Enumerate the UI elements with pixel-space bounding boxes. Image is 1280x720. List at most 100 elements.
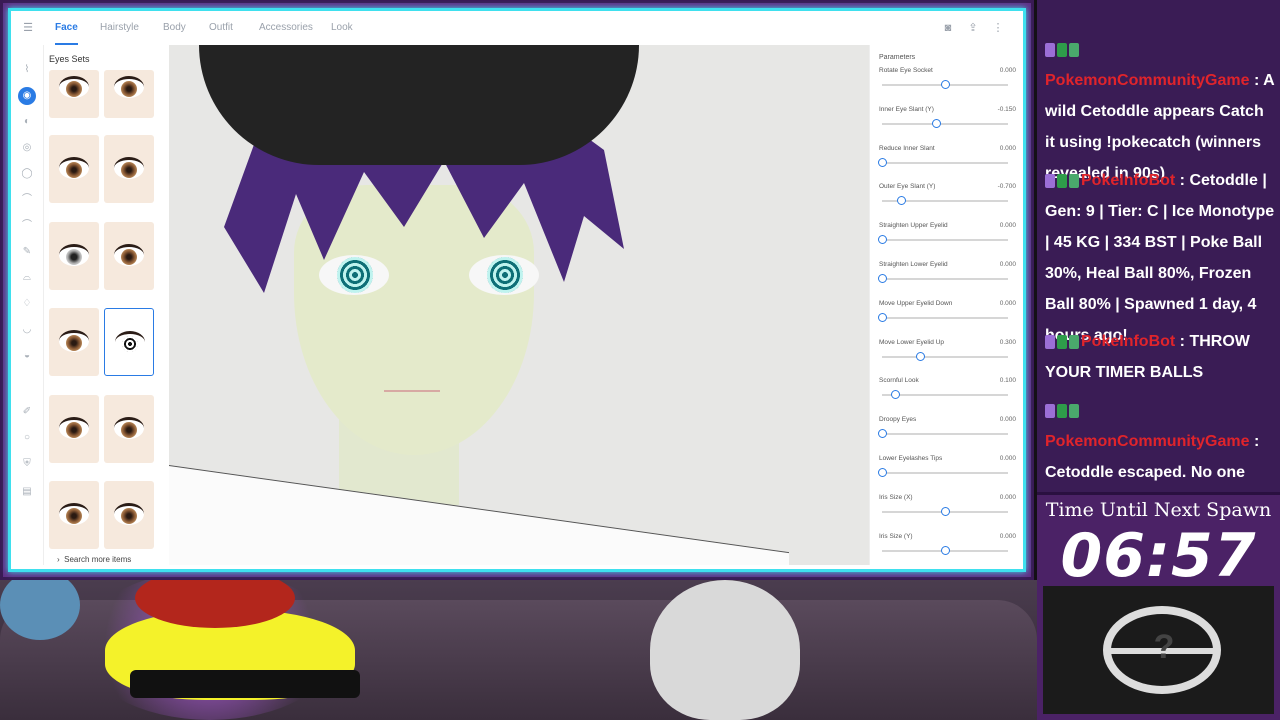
brush-icon[interactable]: ✎ [20, 245, 34, 259]
pokeball-panel: ? [1037, 586, 1280, 720]
search-more-link[interactable]: › Search more items [57, 555, 131, 564]
eyelid-icon[interactable]: ◯ [20, 167, 34, 181]
eye-set-item[interactable] [49, 395, 99, 463]
character-viewport[interactable] [169, 45, 869, 565]
param-value: 0.000 [999, 222, 1016, 230]
param-value: 0.000 [999, 144, 1016, 152]
white-hair-avatar [650, 580, 800, 720]
pokeball-icon: ? [1103, 606, 1221, 694]
chat-username[interactable]: PokemonCommunityGame [1045, 433, 1249, 450]
eye-set-item[interactable] [49, 222, 99, 290]
chat-username[interactable]: PokeInfoBot [1081, 172, 1175, 189]
eye-set-item[interactable] [49, 308, 99, 376]
nose-icon[interactable]: ♢ [20, 297, 34, 311]
param-slider-knob[interactable] [932, 118, 942, 128]
param-value: 0.000 [999, 299, 1016, 307]
eye-set-item[interactable] [104, 222, 154, 290]
param-slider-knob[interactable] [878, 429, 887, 439]
param-label: Inner Eye Slant (Y) [879, 105, 934, 113]
param-slider-track[interactable] [882, 316, 1008, 319]
chat-username[interactable]: PokeInfoBot [1081, 333, 1175, 350]
eye-set-item[interactable] [104, 395, 154, 463]
face-shape-icon[interactable]: ⌇ [20, 63, 34, 77]
param-slider-knob[interactable] [890, 390, 900, 400]
highlight-icon[interactable]: ⌒ [20, 219, 34, 233]
param-slider-knob[interactable] [915, 351, 925, 361]
tab-face[interactable]: Face [55, 11, 78, 45]
tab-look[interactable]: Look [331, 11, 353, 45]
pen-icon[interactable]: ✐ [20, 405, 34, 419]
chat-username[interactable]: PokemonCommunityGame [1045, 72, 1249, 89]
eye-icon[interactable]: ◉ [18, 87, 36, 105]
param-slider-knob[interactable] [941, 545, 950, 555]
tab-accessories[interactable]: Accessories [259, 11, 313, 45]
eyelash-icon[interactable]: ⌒ [20, 193, 34, 207]
param-slider-knob[interactable] [941, 80, 950, 89]
ear-icon[interactable]: ◒ [20, 349, 34, 363]
character-shirt [169, 465, 789, 565]
shield-icon[interactable]: ⛨ [20, 457, 34, 471]
param-slider-track[interactable] [882, 239, 1008, 242]
eye-set-item[interactable] [49, 481, 99, 549]
share-icon[interactable]: ⇪ [966, 21, 980, 35]
param-label: Reduce Inner Slant [879, 144, 935, 152]
badge-icon [1045, 334, 1055, 349]
param-value: 0.000 [999, 261, 1016, 268]
param-slider-track[interactable] [882, 394, 1008, 397]
more-options-icon[interactable]: ⋮ [991, 21, 1005, 35]
param-value: -0.150 [997, 105, 1016, 113]
iris-icon[interactable]: ◎ [20, 141, 34, 155]
eye-set-item[interactable] [104, 481, 154, 549]
tab-outfit[interactable]: Outfit [209, 11, 233, 45]
chat-message: PokeInfoBot : Cetoddle | Gen: 9 | Tier: … [1045, 165, 1275, 351]
eye-set-item[interactable] [49, 70, 99, 118]
mouth-icon[interactable]: ◡ [20, 323, 34, 337]
badge-icon [1045, 173, 1055, 188]
stream-chat: PokemonCommunityGame : A wild Cetoddle a… [1037, 0, 1280, 492]
eye-set-item-selected[interactable] [104, 308, 154, 376]
param-slider-track[interactable] [882, 433, 1008, 436]
param-slider-track[interactable] [882, 472, 1008, 474]
search-more-label: Search more items [64, 555, 132, 564]
eye-set-item[interactable] [104, 70, 154, 118]
camera-icon[interactable]: ◙ [941, 21, 955, 35]
param-value: 0.000 [999, 493, 1016, 501]
param-value: 0.000 [999, 67, 1016, 74]
param-slider-track[interactable] [882, 355, 1008, 358]
badge-icon [1057, 403, 1067, 418]
tab-hairstyle[interactable]: Hairstyle [100, 11, 139, 45]
badge-icon [1069, 403, 1079, 418]
chat-message: PokeInfoBot : THROW YOUR TIMER BALLS [1045, 326, 1275, 388]
param-slider-knob[interactable] [878, 157, 887, 167]
chat-message: PokemonCommunityGame : Cetoddle escaped.… [1045, 395, 1275, 492]
badge-icon [1045, 403, 1055, 418]
character-right-eye [469, 255, 539, 295]
param-value: 0.000 [999, 532, 1016, 540]
param-slider-knob[interactable] [941, 506, 950, 516]
badge-icon [1045, 42, 1055, 57]
character-left-eye [319, 255, 389, 295]
param-slider-track[interactable] [882, 161, 1008, 164]
eye-set-item[interactable] [49, 135, 99, 203]
param-slider-track[interactable] [882, 278, 1008, 280]
param-label: Scornful Look [879, 377, 919, 385]
tab-body[interactable]: Body [163, 11, 186, 45]
param-value: -0.700 [997, 183, 1016, 191]
hamburger-menu-icon[interactable]: ☰ [21, 21, 35, 35]
param-slider-knob[interactable] [878, 312, 887, 322]
param-slider-knob[interactable] [896, 196, 906, 206]
param-slider-knob[interactable] [878, 274, 887, 283]
param-label: Straighten Lower Eyelid [879, 261, 948, 268]
lashes-icon[interactable]: ⌓ [20, 271, 34, 285]
avatar-strip [0, 580, 1037, 720]
param-slider-knob[interactable] [878, 235, 887, 245]
circle-icon[interactable]: ○ [20, 431, 34, 445]
param-slider-track[interactable] [882, 122, 1008, 125]
spiral-iris [337, 257, 373, 293]
spiral-iris [487, 257, 523, 293]
eye-set-item[interactable] [104, 135, 154, 203]
param-slider-knob[interactable] [878, 468, 887, 477]
eyebrow-icon[interactable]: ◐ [20, 115, 34, 129]
layers-icon[interactable]: ▤ [20, 485, 34, 499]
badge-icon [1057, 173, 1067, 188]
